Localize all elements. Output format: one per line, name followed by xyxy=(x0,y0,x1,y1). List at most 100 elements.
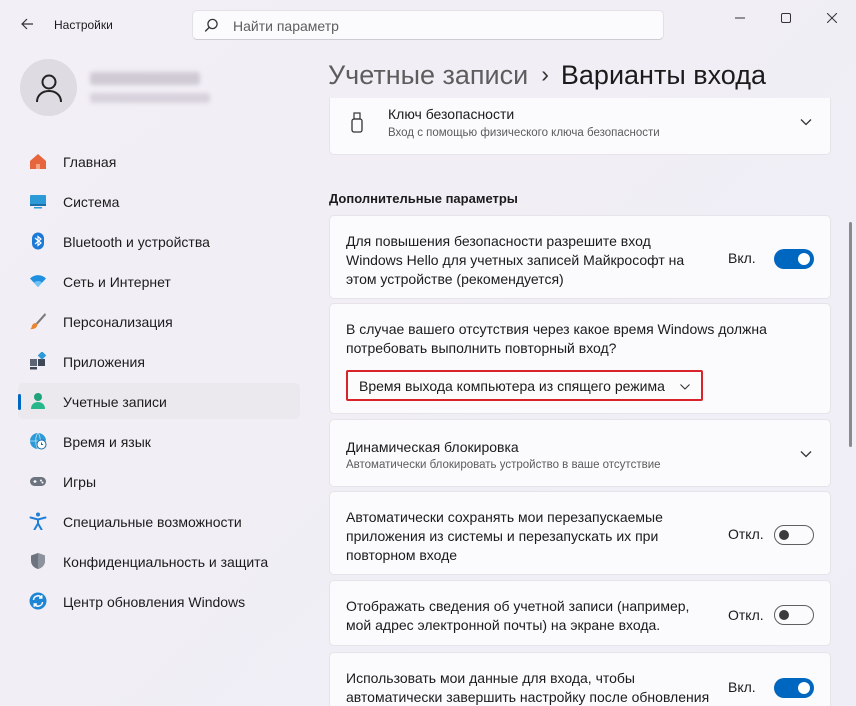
shield-icon xyxy=(31,553,45,569)
profile-name-redacted xyxy=(90,72,200,85)
sidebar-item-label: Система xyxy=(63,194,120,210)
text-line: автоматически завершить настройку после … xyxy=(346,689,710,705)
home-icon xyxy=(30,154,46,169)
hello-signin-card: Для повышения безопасности разрешите вхо… xyxy=(329,215,831,299)
security-key-subtitle: Вход с помощью физического ключа безопас… xyxy=(388,127,660,139)
close-button[interactable] xyxy=(810,6,854,30)
sidebar-item-privacy[interactable]: Конфиденциальность и защита xyxy=(18,543,300,579)
sidebar-item-bluetooth[interactable]: Bluetooth и устройства xyxy=(18,223,300,259)
use-signin-info-text: Использовать мои данные для входа, чтобы… xyxy=(346,669,709,706)
restart-apps-toggle[interactable] xyxy=(774,525,814,545)
sidebar-item-personalization[interactable]: Персонализация xyxy=(18,303,300,339)
chevron-down-icon[interactable] xyxy=(799,447,813,461)
text-line: потребовать выполнить повторный вход? xyxy=(346,340,617,356)
dynamic-lock-subtitle: Автоматически блокировать устройство в в… xyxy=(346,459,661,471)
text-line: Отображать сведения об учетной записи (н… xyxy=(346,598,690,614)
sidebar-item-label: Главная xyxy=(63,154,117,170)
require-signin-card: В случае вашего отсутствия через какое в… xyxy=(329,303,831,414)
maximize-button[interactable] xyxy=(764,6,808,30)
scrollbar-thumb[interactable] xyxy=(849,222,852,447)
sidebar-item-label: Время и язык xyxy=(63,434,151,450)
account-details-text: Отображать сведения об учетной записи (н… xyxy=(346,597,689,635)
toggle-state-label: Вкл. xyxy=(728,679,756,695)
chevron-down-icon[interactable] xyxy=(799,115,813,129)
toggle-knob xyxy=(779,610,789,620)
require-signin-question: В случае вашего отсутствия через какое в… xyxy=(346,320,767,358)
toggle-knob xyxy=(798,253,810,265)
sidebar-item-label: Учетные записи xyxy=(63,394,167,410)
sidebar-item-label: Конфиденциальность и защита xyxy=(63,554,269,570)
dynamic-lock-title: Динамическая блокировка xyxy=(346,439,519,455)
brush-icon xyxy=(30,313,46,330)
sidebar-item-label: Специальные возможности xyxy=(63,514,242,530)
sidebar-item-label: Центр обновления Windows xyxy=(63,594,246,610)
sidebar-item-home[interactable]: Главная xyxy=(18,143,300,179)
toggle-state-label: Вкл. xyxy=(728,250,756,266)
sidebar-item-windows-update[interactable]: Центр обновления Windows xyxy=(18,583,300,619)
sidebar-item-label: Игры xyxy=(63,474,97,490)
sidebar-item-time-language[interactable]: Время и язык xyxy=(18,423,300,459)
gamepad-icon xyxy=(30,477,46,486)
app-title: Настройки xyxy=(54,18,113,32)
sidebar-item-system[interactable]: Система xyxy=(18,183,300,219)
minimize-icon xyxy=(735,17,745,19)
text-line: Автоматически сохранять мои перезапускае… xyxy=(346,509,663,525)
toggle-state-label: Откл. xyxy=(728,526,764,542)
breadcrumb-parent[interactable]: Учетные записи xyxy=(328,60,528,90)
restart-apps-card: Автоматически сохранять мои перезапускае… xyxy=(329,491,831,575)
account-details-toggle[interactable] xyxy=(774,605,814,625)
sidebar-item-label: Bluetooth и устройства xyxy=(63,234,210,250)
dynamic-lock-card[interactable]: Динамическая блокировка Автоматически бл… xyxy=(329,419,831,487)
account-icon xyxy=(31,393,45,409)
sidebar-item-accounts[interactable]: Учетные записи xyxy=(18,383,300,419)
bluetooth-icon xyxy=(32,232,44,250)
use-signin-info-toggle[interactable] xyxy=(774,678,814,698)
search-icon xyxy=(204,18,218,32)
hello-signin-text: Для повышения безопасности разрешите вхо… xyxy=(346,232,684,289)
back-button[interactable] xyxy=(12,10,42,38)
page-title: Варианты входа xyxy=(560,60,766,90)
apps-icon xyxy=(30,352,47,370)
text-line: Использовать мои данные для входа, чтобы xyxy=(346,670,635,686)
sidebar-nav: Главная Система Bluetooth и устройства С… xyxy=(18,143,300,623)
close-icon xyxy=(827,13,837,23)
restart-apps-text: Автоматически сохранять мои перезапускае… xyxy=(346,508,663,565)
text-line: Windows Hello для учетных записей Майкро… xyxy=(346,252,685,268)
breadcrumb: Учетные записи › Варианты входа xyxy=(328,60,766,91)
sidebar-item-label: Персонализация xyxy=(63,314,173,330)
title-bar: Настройки xyxy=(0,0,856,48)
text-line: этом устройстве (рекомендуется) xyxy=(346,271,564,287)
require-signin-dropdown[interactable]: Время выхода компьютера из спящего режим… xyxy=(346,370,703,401)
wifi-icon xyxy=(30,275,46,287)
hello-signin-toggle[interactable] xyxy=(774,249,814,269)
search-box[interactable] xyxy=(192,10,664,40)
security-key-title: Ключ безопасности xyxy=(388,106,515,122)
accessibility-icon xyxy=(29,512,47,530)
text-line: Для повышения безопасности разрешите вхо… xyxy=(346,233,651,249)
sidebar-item-label: Сеть и Интернет xyxy=(63,274,171,290)
display-icon xyxy=(30,195,46,209)
toggle-knob xyxy=(779,530,789,540)
toggle-state-label: Откл. xyxy=(728,607,764,623)
update-icon xyxy=(29,592,47,610)
text-line: приложения из системы и перезапускать их… xyxy=(346,528,659,544)
section-title: Дополнительные параметры xyxy=(329,191,518,206)
sidebar-item-apps[interactable]: Приложения xyxy=(18,343,300,379)
security-key-card[interactable]: Ключ безопасности Вход с помощью физичес… xyxy=(329,98,831,155)
breadcrumb-separator: › xyxy=(541,61,549,87)
text-line: повторном входе xyxy=(346,547,458,563)
globe-clock-icon xyxy=(30,432,47,450)
sidebar-item-network[interactable]: Сеть и Интернет xyxy=(18,263,300,299)
sidebar-item-gaming[interactable]: Игры xyxy=(18,463,300,499)
dropdown-selected-value: Время выхода компьютера из спящего режим… xyxy=(359,378,665,394)
toggle-knob xyxy=(798,682,810,694)
back-arrow-icon xyxy=(21,18,33,30)
sidebar-item-accessibility[interactable]: Специальные возможности xyxy=(18,503,300,539)
search-input[interactable] xyxy=(231,16,655,36)
text-line: мой адрес электронной почты) на экране в… xyxy=(346,617,661,633)
text-line: В случае вашего отсутствия через какое в… xyxy=(346,321,767,337)
use-signin-info-card: Использовать мои данные для входа, чтобы… xyxy=(329,652,831,706)
minimize-button[interactable] xyxy=(718,6,762,30)
chevron-down-icon xyxy=(680,384,690,390)
sidebar-item-label: Приложения xyxy=(63,354,145,370)
